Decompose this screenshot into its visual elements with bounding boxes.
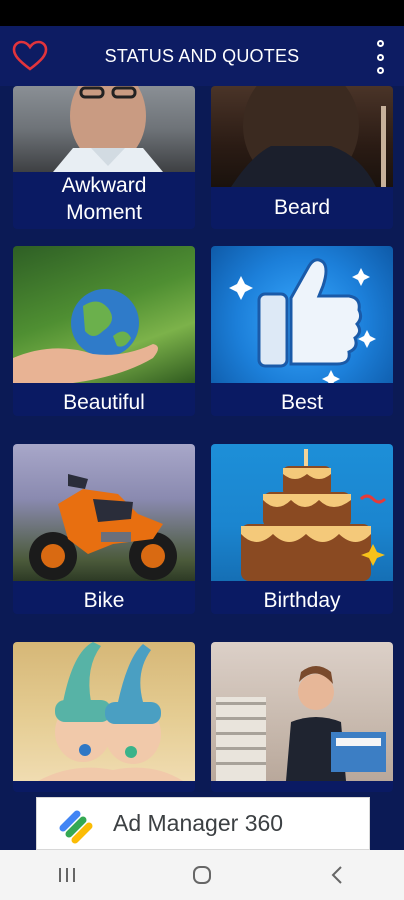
ad-manager-logo-icon <box>59 810 93 843</box>
back-icon[interactable] <box>317 860 357 890</box>
category-image <box>211 444 393 581</box>
status-bar <box>0 0 404 26</box>
category-card-beard[interactable]: Beard <box>211 86 393 229</box>
category-card-bike[interactable]: Bike <box>13 444 195 614</box>
category-image <box>13 86 195 172</box>
recent-apps-icon[interactable] <box>47 860 87 890</box>
category-label: Awkward Moment <box>61 174 147 224</box>
home-icon[interactable] <box>182 860 222 890</box>
ad-banner[interactable]: Ad Manager 360 <box>36 797 370 850</box>
page-title: STATUS AND QUOTES <box>104 45 300 66</box>
app-bar: STATUS AND QUOTES <box>0 26 404 86</box>
category-label: Beautiful <box>63 391 145 414</box>
category-label: Beard <box>273 196 331 219</box>
category-label: Best <box>280 391 324 414</box>
category-image <box>13 246 195 383</box>
category-image <box>211 246 393 383</box>
category-image <box>13 642 195 781</box>
more-options-icon[interactable] <box>374 40 386 74</box>
category-card-best[interactable]: Best <box>211 246 393 416</box>
system-navigation-bar <box>0 850 404 900</box>
category-grid: Awkward Moment Beard Beautiful Best Bike… <box>0 86 404 850</box>
category-card-babies[interactable] <box>13 642 195 792</box>
category-card-office[interactable] <box>211 642 393 792</box>
category-card-beautiful[interactable]: Beautiful <box>13 246 195 416</box>
category-image <box>211 642 393 781</box>
category-image <box>211 86 393 187</box>
category-card-birthday[interactable]: Birthday <box>211 444 393 614</box>
ad-text: Ad Manager 360 <box>113 810 284 836</box>
category-label: Birthday <box>263 589 341 612</box>
category-card-awkward-moment[interactable]: Awkward Moment <box>13 86 195 229</box>
category-label: Bike <box>83 589 125 612</box>
category-image <box>13 444 195 581</box>
heart-icon[interactable] <box>12 40 48 72</box>
